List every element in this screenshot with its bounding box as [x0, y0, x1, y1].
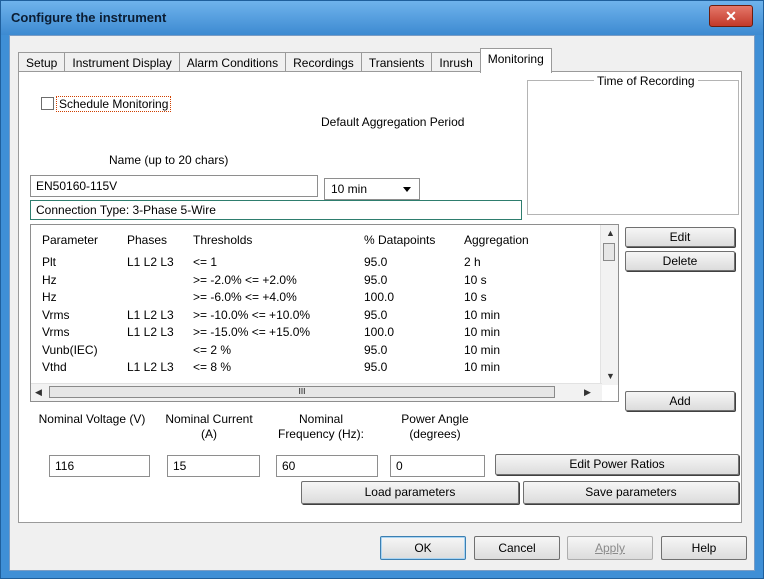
- connection-type-field: Connection Type: 3-Phase 5-Wire: [30, 200, 522, 220]
- name-input[interactable]: EN50160-115V: [30, 175, 318, 197]
- window-title: Configure the instrument: [11, 10, 167, 25]
- chevron-down-icon: [403, 187, 411, 192]
- cell-parameter: Vunb(IEC): [42, 342, 98, 357]
- tab-setup[interactable]: Setup: [18, 52, 66, 73]
- help-button[interactable]: Help: [661, 536, 747, 560]
- nominal-frequency-input[interactable]: 60: [276, 455, 378, 477]
- cell-aggregation: 10 min: [464, 325, 501, 339]
- cell-aggregation: 10 s: [464, 290, 487, 304]
- cell-datapoints: 95.0: [364, 342, 388, 357]
- cell-aggregation: 2 h: [464, 255, 481, 269]
- cell-datapoints: 95.0: [364, 255, 388, 269]
- cell-datapoints: 95.0: [364, 360, 388, 374]
- aggregation-value: 10 min: [331, 182, 368, 196]
- nominal-voltage-label: Nominal Voltage (V): [38, 412, 146, 426]
- schedule-monitoring-checkbox[interactable]: [41, 97, 54, 110]
- cell-aggregation: 10 s: [464, 272, 487, 287]
- close-button[interactable]: ✕: [709, 5, 753, 27]
- table-row[interactable]: Vunb(IEC) <= 2 % 95.0 10 min: [31, 343, 601, 359]
- cancel-button[interactable]: Cancel: [474, 536, 560, 560]
- nominal-current-label: Nominal Current (A): [165, 412, 253, 441]
- cell-datapoints: 95.0: [364, 307, 388, 322]
- time-of-recording-label: Time of Recording: [594, 74, 698, 88]
- column-header-phases[interactable]: Phases: [127, 233, 167, 249]
- load-parameters-button[interactable]: Load parameters: [301, 481, 519, 504]
- apply-button[interactable]: Apply: [567, 536, 653, 560]
- tab-transients[interactable]: Transients: [360, 52, 433, 73]
- cell-parameter: Hz: [42, 290, 57, 304]
- cell-aggregation: 10 min: [464, 342, 501, 357]
- power-angle-input[interactable]: 0: [390, 455, 485, 477]
- table-row[interactable]: Vrms L1 L2 L3 >= -10.0% <= +10.0% 95.0 10 mi…: [31, 308, 601, 324]
- table-row[interactable]: Vthd L1 L2 L3 <= 8 % 95.0 10 min: [31, 360, 601, 376]
- cell-parameter: Plt: [42, 255, 57, 269]
- cell-aggregation: 10 min: [464, 360, 501, 374]
- edit-button[interactable]: Edit: [625, 227, 735, 247]
- cell-thresholds: <= 1: [193, 255, 218, 269]
- cell-parameter: Hz: [42, 272, 57, 287]
- add-button[interactable]: Add: [625, 391, 735, 411]
- dialog-client-area: Setup Instrument Display Alarm Condition…: [9, 35, 755, 571]
- cell-thresholds: <= 2 %: [193, 342, 232, 357]
- monitoring-panel: Schedule Monitoring Default Aggregation …: [18, 71, 742, 523]
- cell-parameter: Vrms: [42, 307, 70, 322]
- default-aggregation-label: Default Aggregation Period: [321, 115, 465, 129]
- delete-button[interactable]: Delete: [625, 251, 735, 271]
- close-icon: ✕: [725, 8, 737, 24]
- cell-phases: L1 L2 L3: [127, 255, 174, 269]
- cell-parameter: Vrms: [42, 325, 70, 339]
- scroll-down-icon[interactable]: ▼: [606, 371, 615, 381]
- tab-monitoring[interactable]: Monitoring: [479, 48, 552, 73]
- column-header-thresholds[interactable]: Thresholds: [193, 233, 252, 249]
- aggregation-dropdown[interactable]: 10 min: [324, 178, 420, 200]
- scroll-left-icon[interactable]: ◀: [35, 387, 42, 398]
- tab-inrush[interactable]: Inrush: [431, 52, 481, 73]
- cell-thresholds: >= -2.0% <= +2.0%: [193, 272, 297, 287]
- configure-instrument-dialog: Configure the instrument ✕ Setup Instrum…: [0, 0, 764, 579]
- cell-phases: L1 L2 L3: [127, 360, 174, 374]
- table-row[interactable]: Vrms L1 L2 L3 >= -15.0% <= +15.0% 100.0 10 m…: [31, 325, 601, 341]
- tab-alarm-conditions[interactable]: Alarm Conditions: [178, 52, 287, 73]
- scroll-up-icon[interactable]: ▲: [606, 228, 615, 238]
- name-label: Name (up to 20 chars): [109, 153, 229, 167]
- cell-parameter: Vthd: [42, 360, 67, 374]
- table-row[interactable]: Hz >= -6.0% <= +4.0% 100.0 10 s: [31, 290, 601, 306]
- edit-power-ratios-button[interactable]: Edit Power Ratios: [495, 454, 739, 475]
- table-row[interactable]: Hz >= -2.0% <= +2.0% 95.0 10 s: [31, 273, 601, 289]
- power-angle-label: Power Angle (degrees): [401, 412, 469, 441]
- cell-thresholds: <= 8 %: [193, 360, 232, 374]
- nominal-voltage-input[interactable]: 116: [49, 455, 150, 477]
- tab-recordings[interactable]: Recordings: [285, 52, 362, 73]
- schedule-monitoring-label[interactable]: Schedule Monitoring: [56, 96, 172, 112]
- vertical-scrollbar[interactable]: ▲ ▼: [600, 225, 618, 385]
- column-header-parameter[interactable]: Parameter: [42, 233, 98, 249]
- time-of-recording-group: [527, 80, 739, 215]
- column-header-aggregation[interactable]: Aggregation: [464, 233, 529, 249]
- cell-datapoints: 100.0: [364, 325, 395, 339]
- tab-strip: Setup Instrument Display Alarm Condition…: [18, 48, 552, 73]
- scroll-right-icon[interactable]: ▶: [584, 387, 591, 398]
- title-bar[interactable]: Configure the instrument ✕: [1, 1, 763, 35]
- save-parameters-button[interactable]: Save parameters: [523, 481, 739, 504]
- cell-phases: L1 L2 L3: [127, 307, 174, 322]
- cell-thresholds: >= -10.0% <= +10.0%: [193, 307, 311, 322]
- vertical-scroll-thumb[interactable]: [603, 243, 615, 261]
- ok-button[interactable]: OK: [380, 536, 466, 560]
- cell-datapoints: 95.0: [364, 272, 388, 287]
- cell-aggregation: 10 min: [464, 307, 501, 322]
- tab-instrument-display[interactable]: Instrument Display: [64, 52, 180, 73]
- table-row[interactable]: Plt L1 L2 L3 <= 1 95.0 2 h: [31, 255, 601, 271]
- cell-datapoints: 100.0: [364, 290, 395, 304]
- column-header-datapoints[interactable]: % Datapoints: [364, 233, 435, 249]
- parameter-list[interactable]: Parameter Phases Thresholds % Datapoints…: [30, 224, 619, 402]
- cell-phases: L1 L2 L3: [127, 325, 174, 339]
- nominal-frequency-label: Nominal Frequency (Hz):: [277, 412, 365, 441]
- horizontal-scrollbar[interactable]: ◀ III ▶: [31, 383, 602, 401]
- nominal-current-input[interactable]: 15: [167, 455, 260, 477]
- horizontal-scroll-thumb[interactable]: III: [49, 386, 555, 398]
- cell-thresholds: >= -15.0% <= +15.0%: [193, 325, 311, 339]
- cell-thresholds: >= -6.0% <= +4.0%: [193, 290, 297, 304]
